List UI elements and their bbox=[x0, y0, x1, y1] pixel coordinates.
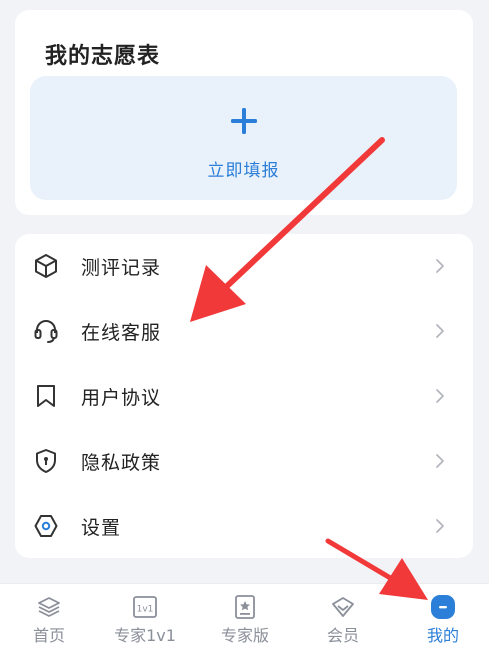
menu-item-evaluation-records[interactable]: 测评记录 bbox=[15, 234, 473, 298]
fill-now-button[interactable]: 立即填报 bbox=[30, 76, 457, 200]
fill-now-label: 立即填报 bbox=[207, 161, 280, 181]
menu-item-user-agreement[interactable]: 用户协议 bbox=[15, 364, 473, 428]
wishlist-card: 我的志愿表 立即填报 bbox=[15, 10, 473, 215]
menu-item-online-service[interactable]: 在线客服 bbox=[15, 299, 473, 363]
tab-label: 专家版 bbox=[220, 626, 269, 645]
tab-expert-1v1[interactable]: 1v1 专家1v1 bbox=[96, 584, 194, 646]
chevron-right-icon bbox=[436, 519, 444, 533]
star-doc-icon bbox=[235, 595, 255, 619]
gem-icon bbox=[332, 597, 354, 617]
tab-mine[interactable]: 我的 bbox=[394, 584, 489, 646]
settings-icon bbox=[34, 515, 58, 537]
menu-item-label: 隐私政策 bbox=[81, 452, 162, 474]
chevron-right-icon bbox=[436, 259, 444, 273]
profile-icon bbox=[431, 595, 455, 619]
bookmark-icon bbox=[37, 385, 55, 407]
chevron-right-icon bbox=[436, 454, 444, 468]
tab-home[interactable]: 首页 bbox=[0, 584, 98, 646]
tab-label: 首页 bbox=[32, 626, 65, 645]
cube-icon bbox=[35, 254, 57, 278]
chevron-right-icon bbox=[436, 389, 444, 403]
tab-label: 专家1v1 bbox=[114, 626, 176, 645]
menu-item-settings[interactable]: 设置 bbox=[15, 494, 473, 558]
wishlist-title: 我的志愿表 bbox=[45, 44, 161, 69]
layers-icon bbox=[38, 597, 60, 617]
shield-icon bbox=[36, 449, 56, 473]
tab-label: 会员 bbox=[326, 626, 359, 645]
1v1-icon: 1v1 bbox=[133, 596, 157, 618]
headset-icon bbox=[34, 320, 58, 343]
menu-card: 测评记录 在线客服 用户协议 隐私政策 设置 bbox=[15, 234, 473, 558]
menu-item-label: 测评记录 bbox=[81, 257, 162, 279]
tab-membership[interactable]: 会员 bbox=[294, 584, 392, 646]
plus-icon bbox=[230, 108, 257, 134]
tab-expert-edition[interactable]: 专家版 bbox=[196, 584, 294, 646]
1v1-icon-text: 1v1 bbox=[137, 605, 154, 615]
bottom-tab-bar: 首页 1v1 专家1v1 专家版 会员 我的 bbox=[0, 583, 489, 646]
chevron-right-icon bbox=[436, 324, 444, 338]
menu-item-label: 用户协议 bbox=[81, 387, 162, 409]
menu-item-privacy-policy[interactable]: 隐私政策 bbox=[15, 429, 473, 493]
tab-label: 我的 bbox=[426, 626, 459, 645]
menu-item-label: 在线客服 bbox=[81, 322, 162, 344]
menu-item-label: 设置 bbox=[81, 517, 122, 539]
